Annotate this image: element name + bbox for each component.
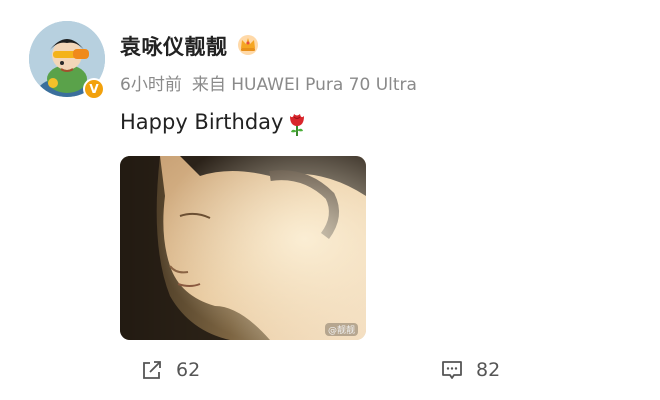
crown-icon [238,35,258,55]
rose-icon [290,114,304,136]
portrait-photo [120,156,366,340]
verified-icon: V [85,80,103,98]
post-time[interactable]: 6小时前 [120,75,182,95]
share-count: 62 [176,359,201,381]
verified-badge: V [83,78,105,100]
comment-button[interactable]: 82 [440,358,500,382]
post-meta: 6小时前 来自 HUAWEI Pura 70 Ultra [120,70,417,95]
image-watermark: @靓靓 [324,323,358,336]
source-device[interactable]: HUAWEI Pura 70 Ultra [231,75,417,95]
share-button[interactable]: 62 [140,358,200,382]
source-prefix: 来自 [191,75,226,95]
share-icon [143,361,161,379]
post-text: Happy Birthday [120,110,284,134]
comment-icon [442,361,462,379]
author-name[interactable]: 袁咏仪靓靓 [120,31,228,61]
post-image[interactable]: @靓靓 [120,156,366,340]
comment-count: 82 [476,359,501,381]
